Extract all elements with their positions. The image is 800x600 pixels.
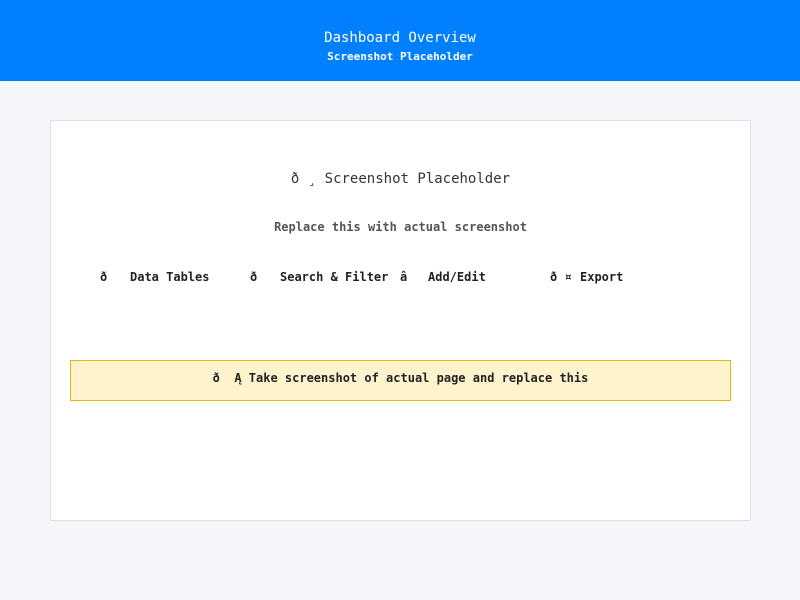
table-icon: ð bbox=[100, 270, 108, 284]
export-icon: ð ¤ bbox=[550, 270, 572, 284]
placeholder-title: ð ¸ Screenshot Placeholder bbox=[290, 171, 511, 187]
page-subtitle: Screenshot Placeholder bbox=[327, 50, 473, 63]
feature-label: Add/Edit bbox=[428, 270, 486, 284]
placeholder-subtitle: Replace this with actual screenshot bbox=[274, 220, 527, 234]
feature-add-edit: â Add/Edit bbox=[400, 269, 486, 285]
feature-label: Export bbox=[580, 270, 624, 284]
page-header: Dashboard Overview Screenshot Placeholde… bbox=[0, 0, 800, 81]
page-title: Dashboard Overview bbox=[324, 30, 476, 46]
feature-export: ð ¤ Export bbox=[550, 269, 623, 285]
search-icon: ð bbox=[250, 270, 258, 284]
feature-label: Data Tables bbox=[130, 270, 210, 284]
notice-text: ð Ą Take screenshot of actual page and r… bbox=[212, 371, 589, 385]
feature-label: Search & Filter bbox=[280, 270, 389, 284]
feature-search-filter: ð Search & Filter bbox=[250, 269, 388, 285]
feature-data-tables: ð Data Tables bbox=[100, 269, 209, 285]
notice-banner: ð Ą Take screenshot of actual page and r… bbox=[70, 360, 731, 401]
placeholder-card: ð ¸ Screenshot Placeholder Replace this … bbox=[50, 120, 751, 521]
edit-icon: â bbox=[400, 270, 408, 284]
